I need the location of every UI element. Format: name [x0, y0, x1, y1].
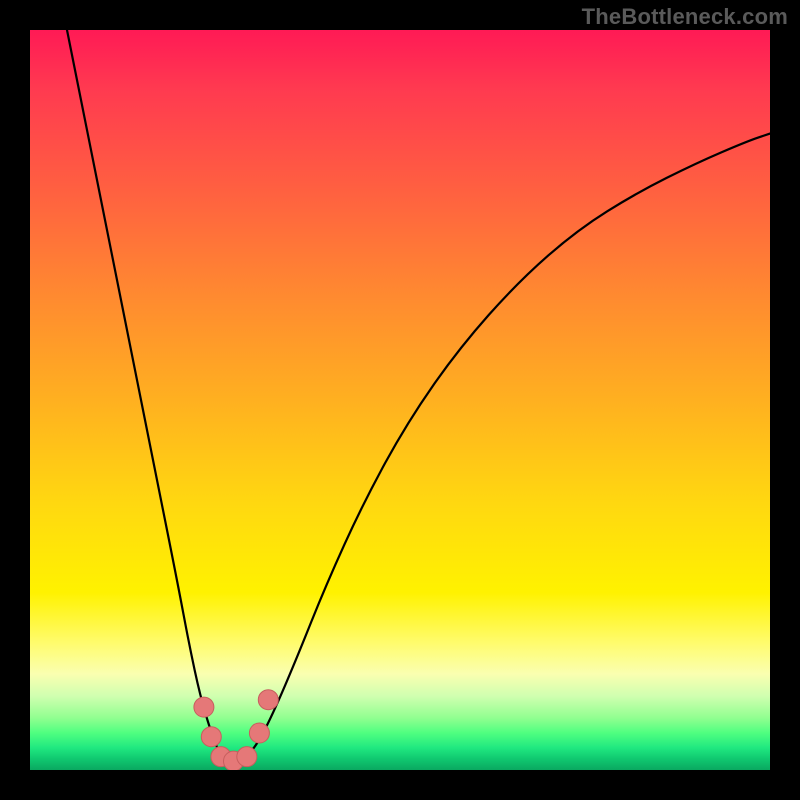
- curve-svg: [30, 30, 770, 770]
- curve-marker: [237, 747, 257, 767]
- curve-marker: [194, 697, 214, 717]
- plot-area: [30, 30, 770, 770]
- chart-frame: TheBottleneck.com: [0, 0, 800, 800]
- curve-markers: [194, 690, 278, 770]
- watermark-label: TheBottleneck.com: [582, 4, 788, 30]
- curve-marker: [258, 690, 278, 710]
- curve-marker: [249, 723, 269, 743]
- bottleneck-curve: [67, 30, 770, 763]
- curve-marker: [201, 727, 221, 747]
